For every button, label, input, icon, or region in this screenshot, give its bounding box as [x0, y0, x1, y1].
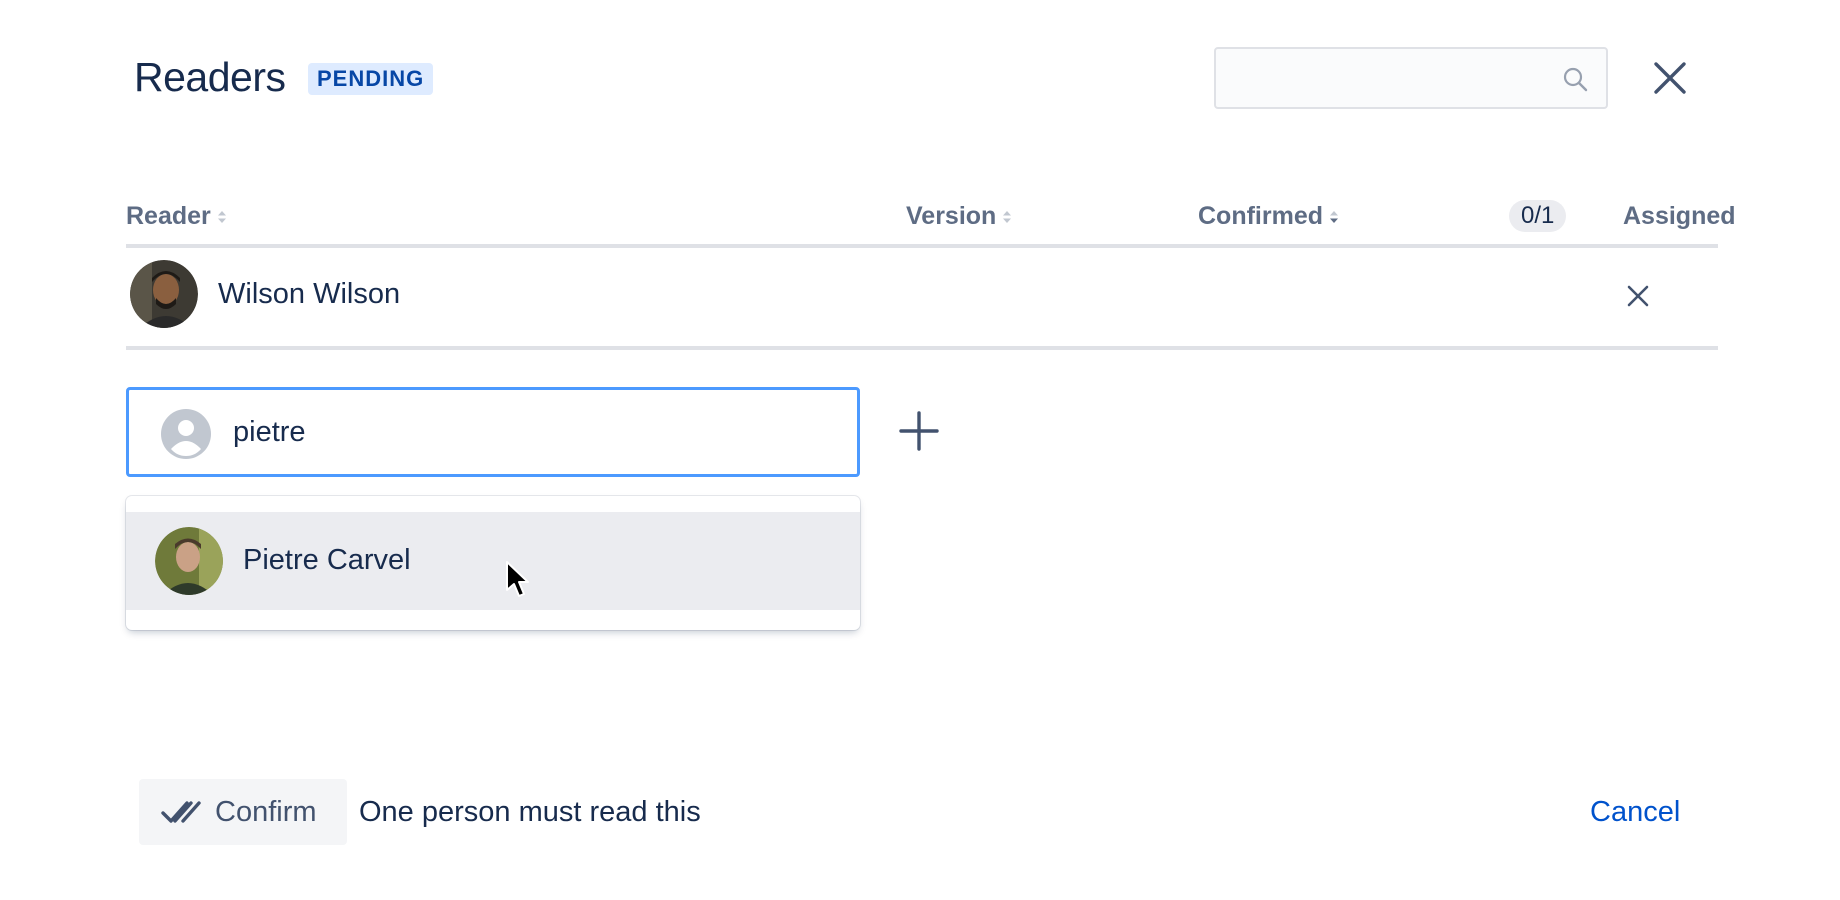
search-input[interactable] — [1216, 49, 1574, 105]
user-search-input[interactable] — [233, 404, 833, 460]
suggestions-dropdown: Pietre Carvel — [126, 496, 860, 630]
column-header-confirmed[interactable]: Confirmed — [1198, 202, 1340, 231]
mouse-cursor-icon — [506, 561, 529, 597]
sort-icon — [217, 210, 226, 223]
suggestion-name: Pietre Carvel — [243, 544, 411, 576]
remove-reader-icon[interactable] — [1626, 284, 1650, 308]
confirm-label: Confirm — [215, 795, 317, 828]
page-title: Readers — [134, 54, 286, 100]
readers-dialog: Readers PENDING Reader Version Confirmed… — [0, 0, 1840, 900]
user-placeholder-icon — [161, 409, 211, 459]
column-label-confirmed: Confirmed — [1198, 202, 1323, 230]
add-icon[interactable] — [898, 410, 940, 452]
double-check-icon — [161, 801, 201, 823]
requirement-text: One person must read this — [359, 796, 701, 828]
search-icon — [1563, 67, 1588, 92]
search-field[interactable] — [1214, 47, 1608, 109]
column-header-assigned: Assigned — [1623, 202, 1736, 231]
confirm-button[interactable]: Confirm — [139, 779, 347, 845]
avatar — [130, 260, 198, 328]
avatar — [155, 527, 223, 595]
sort-descending-icon — [1330, 210, 1338, 223]
user-picker[interactable] — [126, 387, 860, 477]
cancel-button[interactable]: Cancel — [1590, 796, 1680, 829]
sort-icon — [1003, 210, 1012, 223]
confirmed-count-badge: 0/1 — [1509, 200, 1567, 232]
column-label-assigned: Assigned — [1623, 202, 1736, 230]
suggestion-option[interactable]: Pietre Carvel — [126, 512, 860, 610]
column-header-version[interactable]: Version — [906, 202, 1013, 231]
table-row: Wilson Wilson — [126, 248, 1718, 350]
column-label-reader: Reader — [126, 202, 211, 230]
close-icon[interactable] — [1652, 60, 1688, 96]
status-badge: PENDING — [308, 63, 434, 95]
reader-name: Wilson Wilson — [218, 278, 401, 310]
column-header-reader[interactable]: Reader — [126, 202, 228, 231]
table-header: Reader Version Confirmed 0/1 Assigned — [126, 198, 1736, 248]
column-label-version: Version — [906, 202, 997, 230]
